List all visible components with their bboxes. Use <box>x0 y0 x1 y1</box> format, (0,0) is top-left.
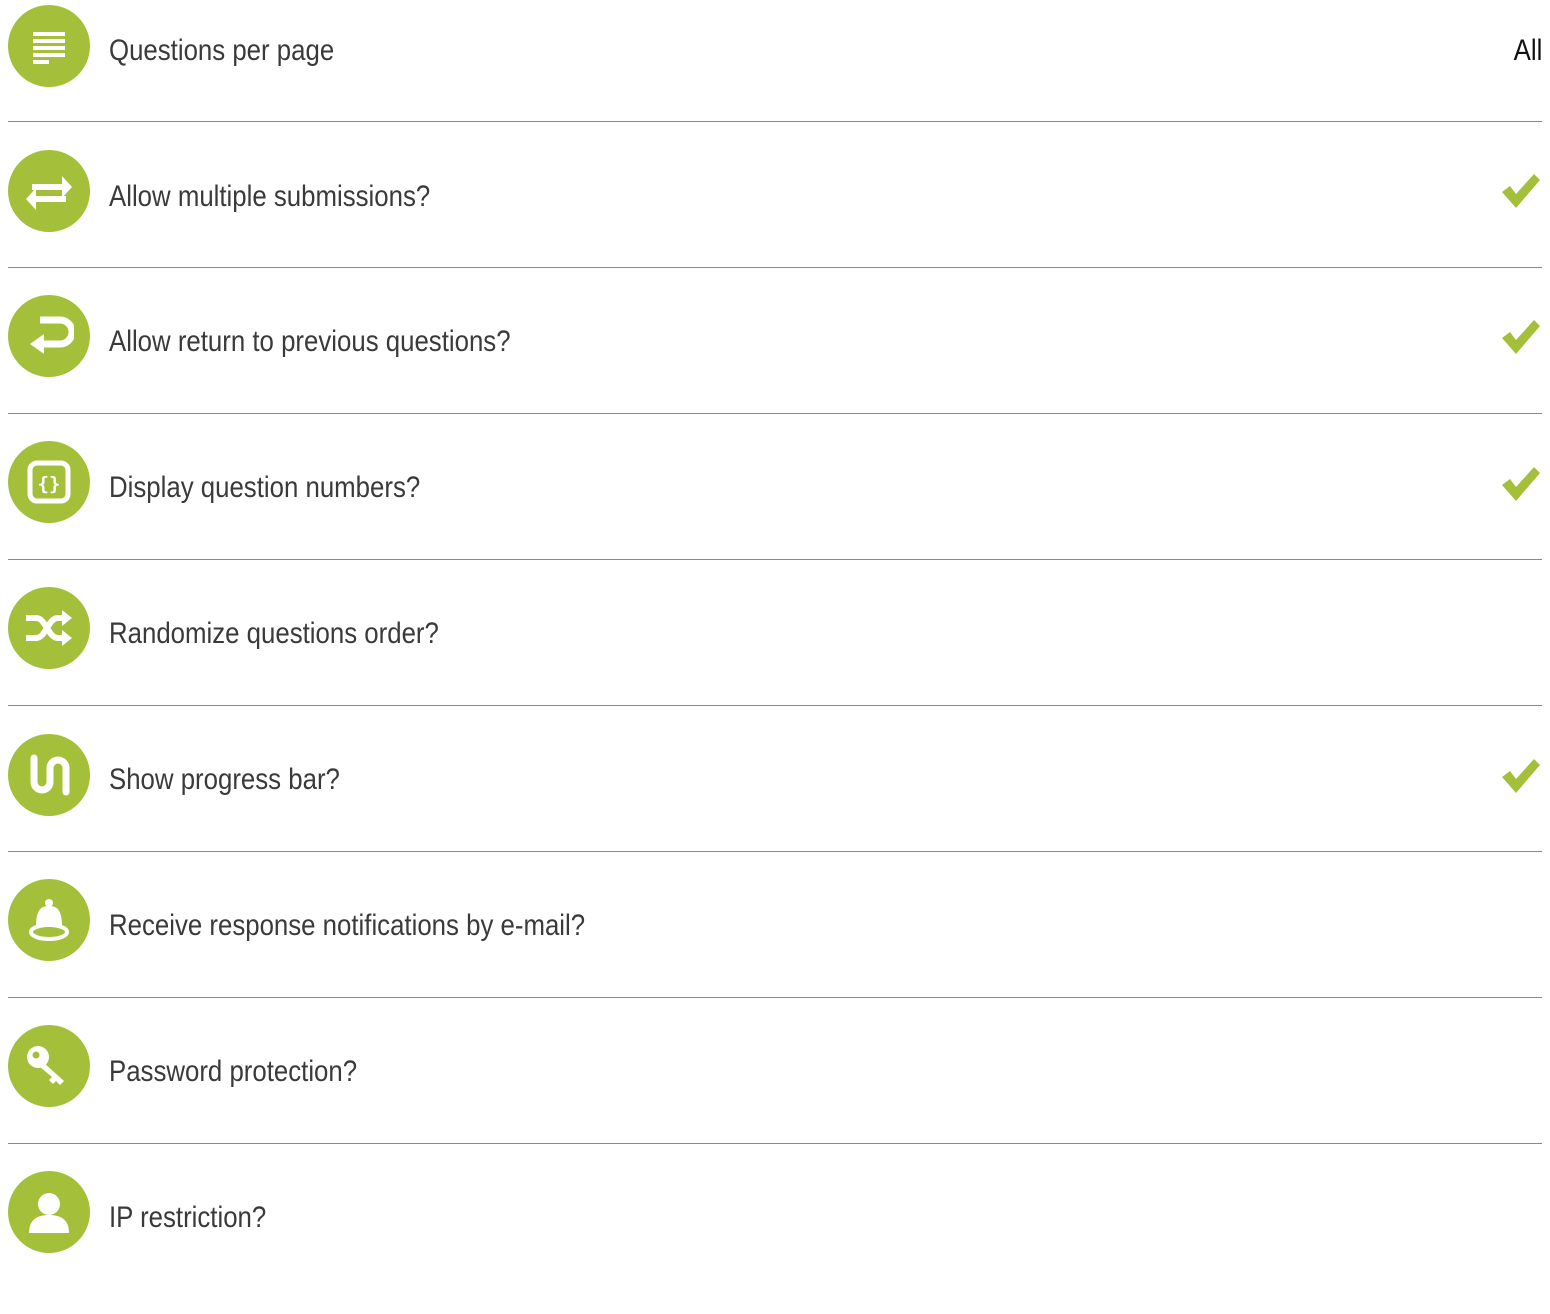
setting-show-progress-bar[interactable]: Show progress bar? <box>8 730 1542 876</box>
repeat-icon <box>8 150 90 232</box>
divider <box>8 267 1542 268</box>
setting-ip-restriction[interactable]: IP restriction? <box>8 1168 1542 1314</box>
setting-label: Show progress bar? <box>109 763 340 796</box>
setting-value[interactable]: All <box>1513 31 1542 71</box>
setting-label: Display question numbers? <box>109 471 421 504</box>
user-icon <box>8 1171 90 1253</box>
check-icon[interactable] <box>1500 755 1540 795</box>
progress-icon <box>8 734 90 816</box>
shuffle-icon <box>8 587 90 669</box>
setting-label: Allow multiple submissions? <box>109 180 431 213</box>
setting-label: Randomize questions order? <box>109 617 439 650</box>
svg-text:{}: {} <box>38 473 61 495</box>
check-icon[interactable] <box>1500 170 1540 210</box>
check-icon[interactable] <box>1500 463 1540 503</box>
setting-randomize-order[interactable]: Randomize questions order? <box>8 584 1542 730</box>
key-icon <box>8 1025 90 1107</box>
setting-display-question-numbers[interactable]: {} Display question numbers? <box>8 438 1542 584</box>
setting-questions-per-page[interactable]: Questions per page All <box>8 0 1542 146</box>
divider <box>8 997 1542 998</box>
check-icon[interactable] <box>1500 316 1540 356</box>
lines-icon <box>8 5 90 87</box>
divider <box>8 851 1542 852</box>
divider <box>8 413 1542 414</box>
setting-label: Allow return to previous questions? <box>109 325 511 358</box>
setting-label: Receive response notifications by e-mail… <box>109 909 586 942</box>
setting-allow-return[interactable]: Allow return to previous questions? <box>8 292 1542 438</box>
divider <box>8 1143 1542 1144</box>
setting-label: IP restriction? <box>109 1201 267 1234</box>
braces-icon: {} <box>8 441 90 523</box>
divider <box>8 121 1542 122</box>
setting-label: Password protection? <box>109 1055 358 1088</box>
return-icon <box>8 295 90 377</box>
divider <box>8 559 1542 560</box>
setting-password-protection[interactable]: Password protection? <box>8 1022 1542 1168</box>
setting-response-notifications[interactable]: Receive response notifications by e-mail… <box>8 876 1542 1022</box>
bell-icon <box>8 879 90 961</box>
divider <box>8 705 1542 706</box>
setting-label: Questions per page <box>109 34 335 67</box>
setting-allow-multiple-submissions[interactable]: Allow multiple submissions? <box>8 146 1542 292</box>
